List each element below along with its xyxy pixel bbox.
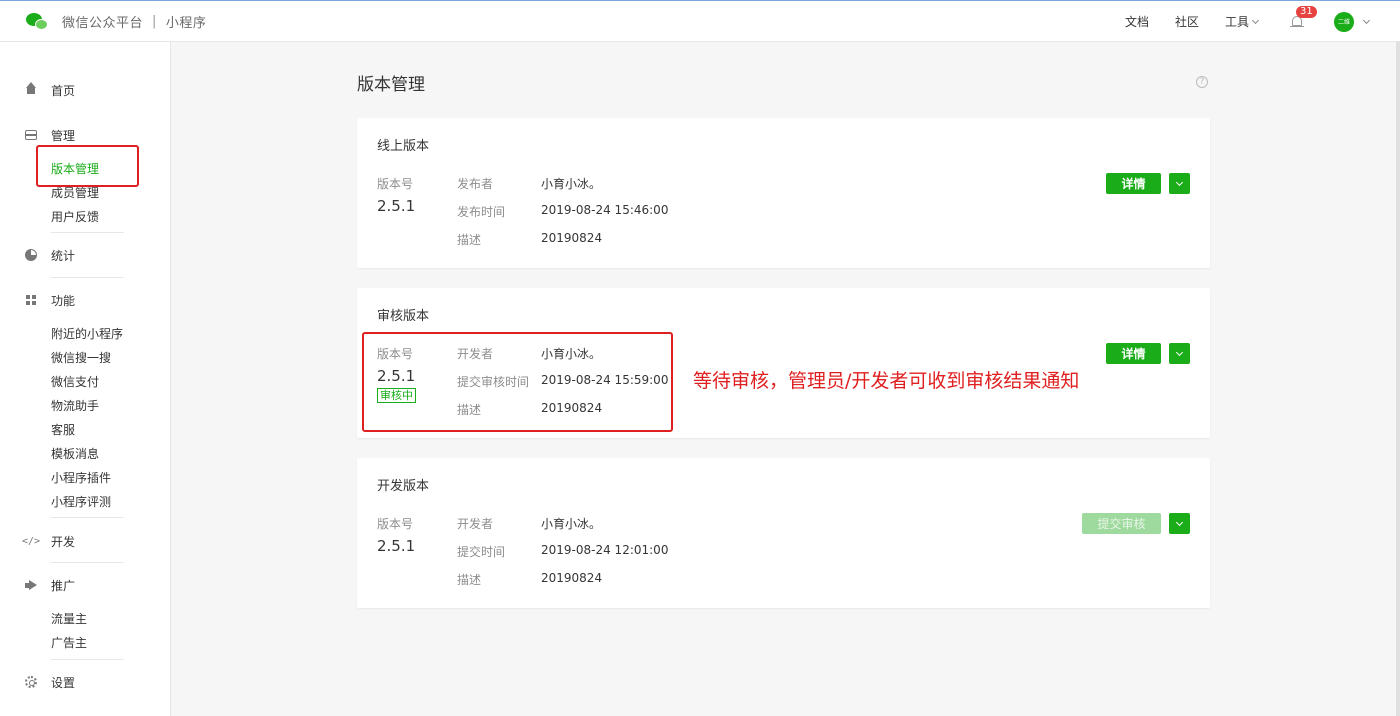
top-nav: 文档 社区 工具 31 二维 — [1125, 1, 1400, 42]
highlight-box — [362, 332, 673, 432]
online-version-card: 线上版本 版本号 2.5.1 发布者 小育小冰。 发布时间 2019-08-24… — [357, 118, 1210, 268]
version-number: 2.5.1 — [377, 537, 416, 555]
notification-badge: 31 — [1296, 5, 1317, 18]
sidebar-item-advertiser[interactable]: 广告主 — [51, 634, 87, 651]
version-label: 版本号 — [377, 517, 414, 531]
publisher-value: 小育小冰。 — [541, 177, 602, 191]
inbox-icon — [24, 128, 38, 142]
description-value: 20190824 — [541, 231, 603, 245]
brand-separator: | — [152, 14, 157, 29]
page-title: 版本管理 — [357, 75, 425, 95]
publisher-label: 发布者 — [457, 177, 494, 191]
sidebar-item-label: 设置 — [51, 675, 76, 690]
submit-time-value: 2019-08-24 12:01:00 — [541, 543, 669, 557]
more-dropdown-button[interactable] — [1169, 173, 1190, 194]
page-scrollbar[interactable] — [1396, 42, 1400, 716]
sidebar-item-label: 推广 — [51, 578, 76, 593]
sidebar-item-user-feedback[interactable]: 用户反馈 — [51, 208, 99, 225]
sidebar-item-wechat-search[interactable]: 微信搜一搜 — [51, 349, 111, 366]
sidebar-item-nearby[interactable]: 附近的小程序 — [51, 325, 123, 342]
sidebar-divider — [51, 232, 124, 233]
description-label: 描述 — [457, 573, 482, 587]
top-header: 微信公众平台 | 小程序 文档 社区 工具 31 二维 — [0, 0, 1400, 42]
platform-name: 微信公众平台 — [62, 16, 144, 31]
sidebar: 首页 管理 版本管理 成员管理 用户反馈 统计 功能 附近的小程序 微信搜一搜 … — [0, 42, 171, 716]
version-label: 版本号 — [377, 177, 414, 191]
sidebar-item-develop[interactable]: </> 开发 — [21, 533, 76, 549]
wechat-logo-icon — [26, 12, 50, 32]
sidebar-item-label: 首页 — [51, 83, 76, 98]
brand[interactable]: 微信公众平台 | 小程序 — [26, 1, 206, 42]
publish-time-value: 2019-08-24 15:46:00 — [541, 203, 669, 217]
chevron-down-icon — [1175, 348, 1184, 356]
developer-label: 开发者 — [457, 517, 494, 531]
sidebar-item-label: 管理 — [51, 128, 76, 143]
docs-link[interactable]: 文档 — [1125, 13, 1149, 30]
sidebar-item-label: 功能 — [51, 293, 76, 308]
bell-icon[interactable]: 31 — [1290, 5, 1317, 29]
details-button[interactable]: 详情 — [1106, 173, 1161, 194]
sidebar-item-plugin[interactable]: 小程序插件 — [51, 469, 111, 486]
card-title: 审核版本 — [377, 309, 430, 324]
sidebar-item-logistics[interactable]: 物流助手 — [51, 397, 99, 414]
sidebar-divider — [51, 277, 124, 278]
developer-value: 小育小冰。 — [541, 517, 602, 531]
card-title: 线上版本 — [377, 139, 430, 154]
annotation-text: 等待审核，管理员/开发者可收到审核结果通知 — [693, 370, 1080, 392]
more-dropdown-button[interactable] — [1169, 343, 1190, 364]
grid-icon — [24, 293, 38, 307]
tools-label: 工具 — [1224, 15, 1249, 29]
sidebar-item-template-message[interactable]: 模板消息 — [51, 445, 99, 462]
card-title: 开发版本 — [377, 479, 430, 494]
sidebar-item-home[interactable]: 首页 — [24, 81, 76, 98]
home-icon — [24, 81, 38, 97]
sidebar-divider — [51, 659, 124, 660]
sidebar-item-traffic-owner[interactable]: 流量主 — [51, 610, 87, 627]
submit-time-label: 提交时间 — [457, 545, 506, 559]
chevron-down-icon — [1175, 178, 1184, 186]
publish-time-label: 发布时间 — [457, 205, 506, 219]
more-dropdown-button[interactable] — [1169, 513, 1190, 534]
sidebar-item-customer-service[interactable]: 客服 — [51, 421, 75, 438]
code-icon: </> — [21, 535, 41, 547]
sidebar-item-stats[interactable]: 统计 — [24, 247, 75, 263]
community-link[interactable]: 社区 — [1175, 13, 1199, 30]
sidebar-divider — [51, 562, 124, 563]
dev-version-card: 开发版本 版本号 2.5.1 开发者 小育小冰。 提交时间 2019-08-24… — [357, 458, 1210, 608]
sidebar-item-evaluation[interactable]: 小程序评测 — [51, 493, 111, 510]
chevron-down-icon — [1251, 16, 1260, 24]
pie-chart-icon — [24, 248, 38, 262]
sidebar-item-wechat-pay[interactable]: 微信支付 — [51, 373, 99, 390]
sidebar-item-features[interactable]: 功能 — [24, 292, 75, 308]
sidebar-divider — [51, 517, 124, 518]
help-icon[interactable]: ? — [1196, 76, 1208, 88]
sidebar-item-promote[interactable]: 推广 — [24, 577, 75, 593]
highlight-box — [36, 145, 139, 187]
submit-review-button[interactable]: 提交审核 — [1082, 513, 1161, 534]
megaphone-icon — [24, 578, 38, 592]
description-label: 描述 — [457, 233, 482, 247]
tools-menu[interactable]: 工具 — [1224, 13, 1260, 30]
details-button[interactable]: 详情 — [1106, 343, 1161, 364]
sidebar-item-label: 统计 — [51, 248, 76, 263]
avatar-chevron-down-icon[interactable] — [1362, 16, 1371, 24]
sidebar-item-settings[interactable]: 设置 — [24, 674, 75, 690]
sidebar-item-manage[interactable]: 管理 — [24, 127, 75, 143]
sidebar-item-label: 开发 — [51, 534, 76, 549]
version-number: 2.5.1 — [377, 197, 416, 215]
product-name: 小程序 — [165, 16, 207, 31]
chevron-down-icon — [1175, 518, 1184, 526]
avatar[interactable]: 二维 — [1334, 11, 1354, 32]
gear-icon — [24, 675, 38, 689]
description-value: 20190824 — [541, 571, 603, 585]
